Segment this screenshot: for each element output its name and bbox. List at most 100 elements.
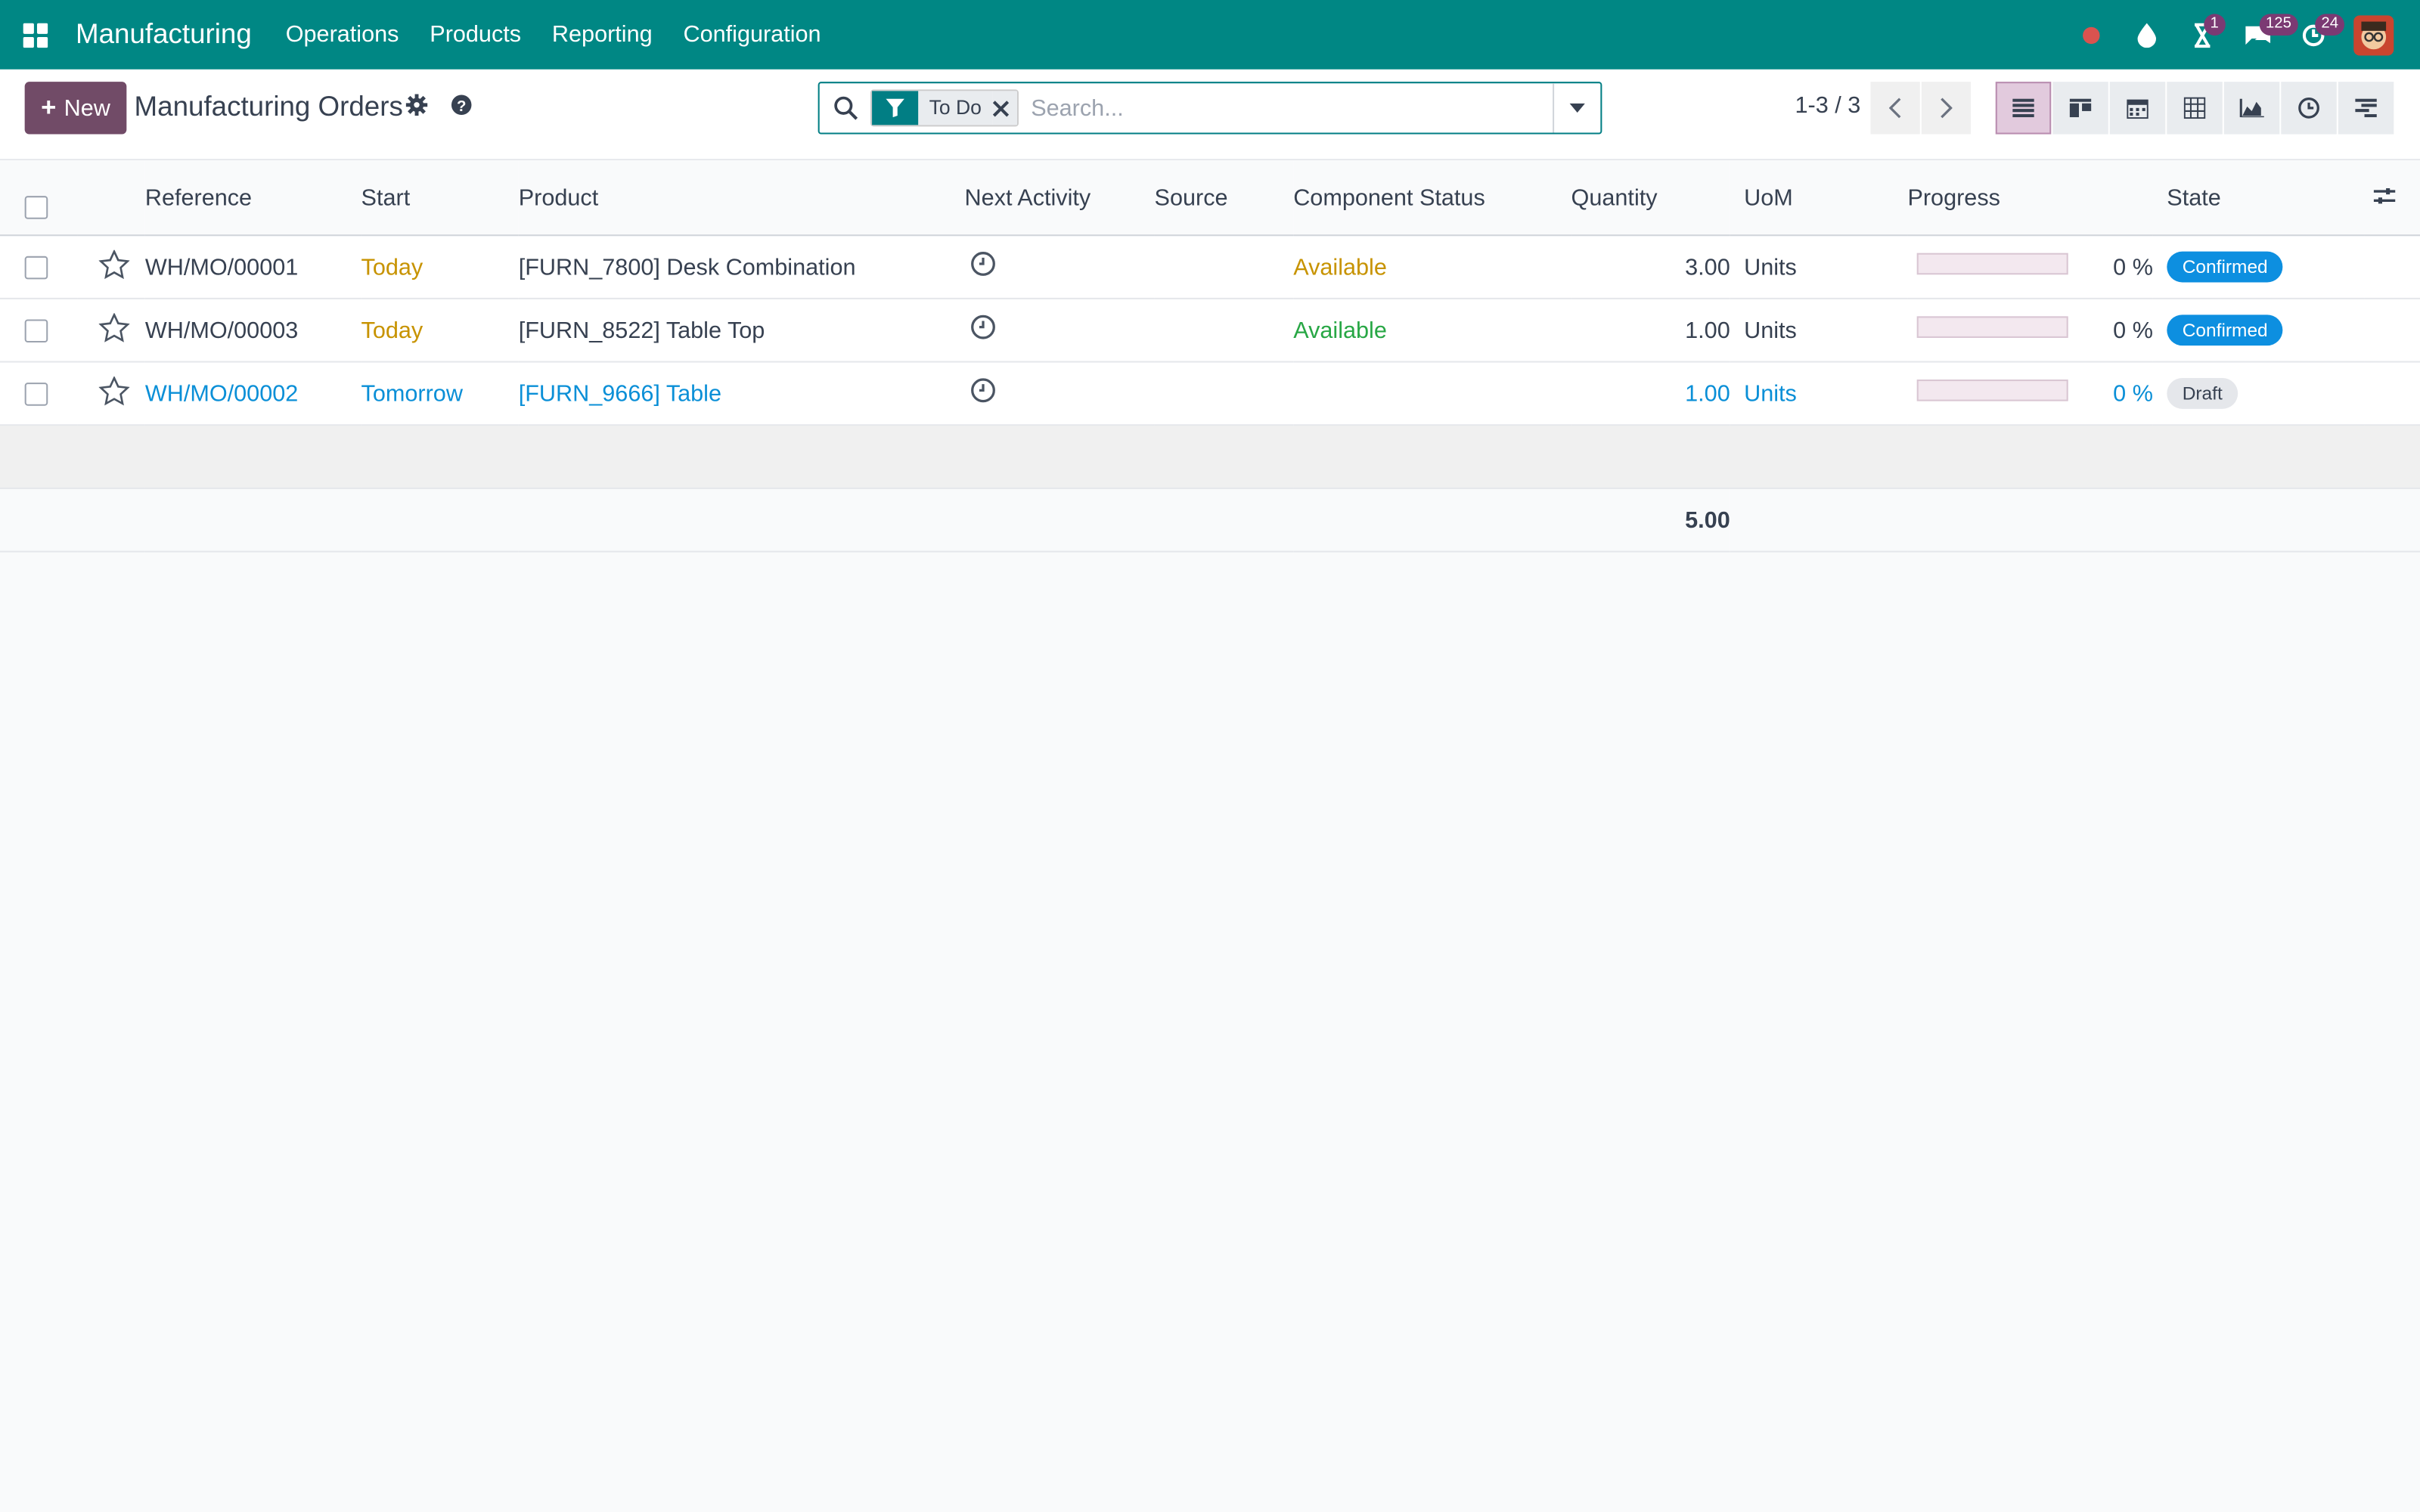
search-icon[interactable] [820, 96, 872, 121]
cell-product: [FURN_7800] Desk Combination [518, 235, 965, 299]
close-icon[interactable] [992, 91, 1017, 125]
cell-start: Today [361, 298, 519, 363]
search-input[interactable] [1028, 85, 1553, 132]
header-product[interactable]: Product [518, 160, 965, 237]
star-icon[interactable] [98, 374, 130, 411]
favorite-header [77, 160, 145, 237]
chevron-left-icon[interactable] [1870, 82, 1920, 135]
menu-operations[interactable]: Operations [270, 0, 414, 70]
status-badge: Confirmed [2167, 314, 2284, 346]
progress-bar [1916, 253, 2068, 275]
star-icon[interactable] [98, 248, 130, 285]
header-uom[interactable]: UoM [1730, 160, 1908, 237]
facet-label: To Do [918, 91, 993, 125]
kanban-view-icon[interactable] [2052, 82, 2108, 135]
svg-text:?: ? [457, 98, 466, 115]
activity-hourglass-icon[interactable]: 1 [2178, 0, 2227, 70]
gear-icon[interactable] [405, 94, 428, 122]
row-checkbox[interactable] [24, 255, 48, 279]
apps-menu-icon[interactable] [0, 0, 70, 70]
header-quantity[interactable]: Quantity [1571, 160, 1730, 237]
cell-state: Confirmed [2152, 298, 2365, 363]
header-state[interactable]: State [2152, 160, 2365, 237]
status-badge: Confirmed [2167, 251, 2284, 283]
progress-bar [1916, 380, 2068, 401]
messages-icon[interactable]: 125 [2233, 0, 2298, 70]
row-select-cell [0, 235, 78, 299]
row-checkbox[interactable] [24, 318, 48, 342]
activity-badge: 1 [2204, 14, 2225, 36]
gantt-view-icon[interactable] [2338, 82, 2394, 135]
pivot-view-icon[interactable] [2167, 82, 2223, 135]
menu-products[interactable]: Products [414, 0, 537, 70]
cell-filler [2364, 298, 2420, 363]
updates-badge: 24 [2315, 14, 2345, 36]
cell-progress: 0 % [1907, 361, 2153, 426]
new-button-label: New [64, 94, 110, 122]
cell-state: Draft [2152, 361, 2365, 426]
menu-configuration[interactable]: Configuration [668, 0, 836, 70]
header-component-status[interactable]: Component Status [1293, 160, 1571, 237]
filter-icon [872, 91, 919, 125]
clock-icon[interactable] [971, 252, 996, 283]
table-row[interactable]: WH/MO/00001 Today [FURN_7800] Desk Combi… [0, 235, 2420, 299]
row-favorite-cell [77, 298, 145, 363]
row-select-cell [0, 298, 78, 363]
clock-icon[interactable] [971, 378, 996, 409]
drop-icon[interactable] [2122, 0, 2171, 70]
cell-next-activity [964, 361, 1155, 426]
cell-progress: 0 % [1907, 298, 2153, 363]
view-switcher [1995, 82, 2396, 135]
user-avatar[interactable] [2353, 14, 2394, 55]
star-icon[interactable] [98, 311, 130, 349]
cell-uom: Units [1730, 361, 1908, 426]
record-icon[interactable] [2067, 0, 2116, 70]
cell-reference: WH/MO/00002 [144, 361, 361, 426]
cell-filler [2364, 361, 2420, 426]
app-title[interactable]: Manufacturing [76, 18, 252, 51]
cell-quantity: 3.00 [1571, 235, 1730, 299]
menu-reporting[interactable]: Reporting [537, 0, 669, 70]
cell-source [1154, 361, 1294, 426]
header-source[interactable]: Source [1154, 160, 1294, 237]
header-reference[interactable]: Reference [144, 160, 361, 237]
updates-icon[interactable]: 24 [2289, 0, 2345, 70]
sliders-icon[interactable] [2373, 184, 2396, 211]
totals-spacer [0, 488, 1571, 553]
row-favorite-cell [77, 361, 145, 426]
chevron-right-icon[interactable] [1921, 82, 1972, 135]
search-facet-todo: To Do [870, 89, 1019, 127]
cell-product: [FURN_9666] Table [518, 361, 965, 426]
graph-view-icon[interactable] [2223, 82, 2280, 135]
cell-filler [2364, 235, 2420, 299]
table-row[interactable]: WH/MO/00002 Tomorrow [FURN_9666] Table 1… [0, 361, 2420, 426]
cell-next-activity [964, 298, 1155, 363]
header-start[interactable]: Start [361, 160, 519, 237]
column-settings-cell [2364, 160, 2420, 237]
table-row[interactable]: WH/MO/00003 Today [FURN_8522] Table Top … [0, 298, 2420, 363]
cell-component-status: Available [1293, 235, 1571, 299]
total-quantity: 5.00 [1571, 488, 1730, 553]
cell-progress: 0 % [1907, 235, 2153, 299]
progress-value: 0 % [2113, 254, 2153, 281]
caret-down-icon[interactable] [1553, 83, 1600, 133]
list-view-icon[interactable] [1995, 82, 2052, 135]
calendar-view-icon[interactable] [2109, 82, 2166, 135]
cell-product: [FURN_8522] Table Top [518, 298, 965, 363]
help-icon[interactable]: ? [451, 94, 473, 122]
activity-view-icon[interactable] [2281, 82, 2337, 135]
systray: 1 125 24 [2060, 0, 2420, 70]
header-next-activity[interactable]: Next Activity [964, 160, 1155, 237]
select-all-cell [0, 160, 78, 237]
new-button[interactable]: + New [24, 82, 127, 135]
cell-component-status: Available [1293, 298, 1571, 363]
cell-start: Tomorrow [361, 361, 519, 426]
plus-icon: + [41, 92, 57, 122]
select-all-checkbox[interactable] [24, 195, 48, 218]
pager-value[interactable]: 1-3 / 3 [1795, 92, 1860, 119]
header-progress[interactable]: Progress [1907, 160, 2153, 237]
cell-quantity: 1.00 [1571, 298, 1730, 363]
clock-icon[interactable] [971, 314, 996, 345]
cell-source [1154, 298, 1294, 363]
row-checkbox[interactable] [24, 382, 48, 405]
